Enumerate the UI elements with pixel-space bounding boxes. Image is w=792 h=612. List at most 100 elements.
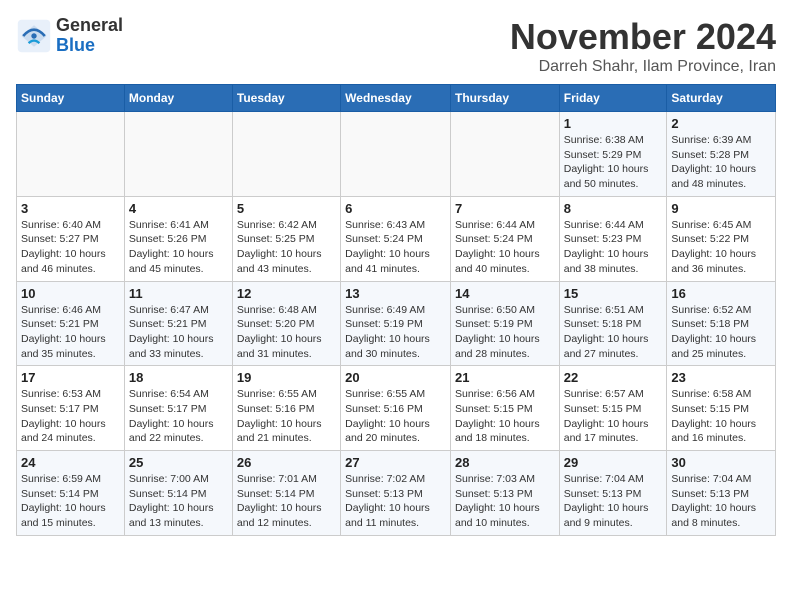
day-info: Sunrise: 6:53 AM Sunset: 5:17 PM Dayligh… xyxy=(21,387,120,446)
day-number: 29 xyxy=(564,455,663,470)
day-number: 1 xyxy=(564,116,663,131)
calendar-cell: 25Sunrise: 7:00 AM Sunset: 5:14 PM Dayli… xyxy=(124,451,232,536)
day-info: Sunrise: 6:55 AM Sunset: 5:16 PM Dayligh… xyxy=(237,387,336,446)
calendar-cell: 12 Sunrise: 6:48 AM Sunset: 5:20 PM Dayli… xyxy=(232,281,340,366)
title-area: November 2024 Darreh Shahr, Ilam Provinc… xyxy=(510,16,776,76)
day-number: 18 xyxy=(129,370,228,385)
calendar-cell: 19 Sunrise: 6:55 AM Sunset: 5:16 PM Dayli… xyxy=(232,366,340,451)
day-info: Sunrise: 6:48 AM Sunset: 5:20 PM Dayligh… xyxy=(237,303,336,362)
day-info: Sunrise: 6:43 AM Sunset: 5:24 PM Dayligh… xyxy=(345,218,446,277)
logo: General Blue xyxy=(16,16,123,56)
day-info: Sunrise: 7:04 AM Sunset: 5:13 PM Dayligh… xyxy=(564,472,663,531)
day-number: 6 xyxy=(345,201,446,216)
calendar-cell xyxy=(232,112,340,197)
calendar-cell: 14 Sunrise: 6:50 AM Sunset: 5:19 PM Dayli… xyxy=(450,281,559,366)
week-row-1: 1 Sunrise: 6:38 AM Sunset: 5:29 PM Daylig… xyxy=(17,112,776,197)
day-info: Sunrise: 6:49 AM Sunset: 5:19 PM Dayligh… xyxy=(345,303,446,362)
calendar-cell: 6 Sunrise: 6:43 AM Sunset: 5:24 PM Daylig… xyxy=(341,196,451,281)
calendar-cell: 18Sunrise: 6:54 AM Sunset: 5:17 PM Dayli… xyxy=(124,366,232,451)
calendar-cell xyxy=(450,112,559,197)
day-info: Sunrise: 6:55 AM Sunset: 5:16 PM Dayligh… xyxy=(345,387,446,446)
day-number: 26 xyxy=(237,455,336,470)
calendar-cell: 8 Sunrise: 6:44 AM Sunset: 5:23 PM Daylig… xyxy=(559,196,667,281)
day-info: Sunrise: 6:59 AM Sunset: 5:14 PM Dayligh… xyxy=(21,472,120,531)
day-number: 5 xyxy=(237,201,336,216)
day-number: 11 xyxy=(129,286,228,301)
weekday-header-tuesday: Tuesday xyxy=(232,85,340,112)
weekday-header-row: SundayMondayTuesdayWednesdayThursdayFrid… xyxy=(17,85,776,112)
calendar-cell xyxy=(341,112,451,197)
day-number: 19 xyxy=(237,370,336,385)
day-number: 12 xyxy=(237,286,336,301)
day-number: 9 xyxy=(671,201,771,216)
day-number: 24 xyxy=(21,455,120,470)
calendar-cell: 24 Sunrise: 6:59 AM Sunset: 5:14 PM Dayli… xyxy=(17,451,125,536)
calendar-cell: 1 Sunrise: 6:38 AM Sunset: 5:29 PM Daylig… xyxy=(559,112,667,197)
calendar-cell: 22 Sunrise: 6:57 AM Sunset: 5:15 PM Dayli… xyxy=(559,366,667,451)
day-number: 16 xyxy=(671,286,771,301)
day-number: 23 xyxy=(671,370,771,385)
day-info: Sunrise: 7:02 AM Sunset: 5:13 PM Dayligh… xyxy=(345,472,446,531)
calendar-cell: 20Sunrise: 6:55 AM Sunset: 5:16 PM Dayli… xyxy=(341,366,451,451)
calendar-cell: 29 Sunrise: 7:04 AM Sunset: 5:13 PM Dayli… xyxy=(559,451,667,536)
calendar-cell xyxy=(17,112,125,197)
day-info: Sunrise: 6:45 AM Sunset: 5:22 PM Dayligh… xyxy=(671,218,771,277)
week-row-2: 3 Sunrise: 6:40 AM Sunset: 5:27 PM Daylig… xyxy=(17,196,776,281)
day-number: 28 xyxy=(455,455,555,470)
day-info: Sunrise: 7:04 AM Sunset: 5:13 PM Dayligh… xyxy=(671,472,771,531)
day-info: Sunrise: 6:47 AM Sunset: 5:21 PM Dayligh… xyxy=(129,303,228,362)
calendar-cell: 16 Sunrise: 6:52 AM Sunset: 5:18 PM Dayli… xyxy=(667,281,776,366)
day-info: Sunrise: 6:50 AM Sunset: 5:19 PM Dayligh… xyxy=(455,303,555,362)
week-row-3: 10 Sunrise: 6:46 AM Sunset: 5:21 PM Dayli… xyxy=(17,281,776,366)
day-info: Sunrise: 7:03 AM Sunset: 5:13 PM Dayligh… xyxy=(455,472,555,531)
day-number: 22 xyxy=(564,370,663,385)
weekday-header-friday: Friday xyxy=(559,85,667,112)
day-number: 15 xyxy=(564,286,663,301)
calendar-body: 1 Sunrise: 6:38 AM Sunset: 5:29 PM Daylig… xyxy=(17,112,776,536)
page-header: General Blue November 2024 Darreh Shahr,… xyxy=(16,16,776,76)
day-number: 14 xyxy=(455,286,555,301)
day-number: 21 xyxy=(455,370,555,385)
day-info: Sunrise: 7:00 AM Sunset: 5:14 PM Dayligh… xyxy=(129,472,228,531)
week-row-5: 24 Sunrise: 6:59 AM Sunset: 5:14 PM Dayli… xyxy=(17,451,776,536)
day-info: Sunrise: 6:44 AM Sunset: 5:23 PM Dayligh… xyxy=(564,218,663,277)
day-number: 10 xyxy=(21,286,120,301)
day-info: Sunrise: 6:41 AM Sunset: 5:26 PM Dayligh… xyxy=(129,218,228,277)
calendar-cell: 13Sunrise: 6:49 AM Sunset: 5:19 PM Dayli… xyxy=(341,281,451,366)
calendar-cell: 21 Sunrise: 6:56 AM Sunset: 5:15 PM Dayli… xyxy=(450,366,559,451)
month-title: November 2024 xyxy=(510,16,776,58)
logo-icon xyxy=(16,18,52,54)
day-info: Sunrise: 6:56 AM Sunset: 5:15 PM Dayligh… xyxy=(455,387,555,446)
calendar-cell: 23 Sunrise: 6:58 AM Sunset: 5:15 PM Dayli… xyxy=(667,366,776,451)
day-info: Sunrise: 6:40 AM Sunset: 5:27 PM Dayligh… xyxy=(21,218,120,277)
day-number: 7 xyxy=(455,201,555,216)
day-number: 8 xyxy=(564,201,663,216)
weekday-header-wednesday: Wednesday xyxy=(341,85,451,112)
day-info: Sunrise: 6:57 AM Sunset: 5:15 PM Dayligh… xyxy=(564,387,663,446)
calendar-cell: 5 Sunrise: 6:42 AM Sunset: 5:25 PM Daylig… xyxy=(232,196,340,281)
calendar-cell: 26 Sunrise: 7:01 AM Sunset: 5:14 PM Dayli… xyxy=(232,451,340,536)
day-number: 2 xyxy=(671,116,771,131)
day-info: Sunrise: 6:38 AM Sunset: 5:29 PM Dayligh… xyxy=(564,133,663,192)
day-info: Sunrise: 6:39 AM Sunset: 5:28 PM Dayligh… xyxy=(671,133,771,192)
day-number: 3 xyxy=(21,201,120,216)
day-info: Sunrise: 6:52 AM Sunset: 5:18 PM Dayligh… xyxy=(671,303,771,362)
calendar-cell: 3 Sunrise: 6:40 AM Sunset: 5:27 PM Daylig… xyxy=(17,196,125,281)
weekday-header-monday: Monday xyxy=(124,85,232,112)
day-number: 27 xyxy=(345,455,446,470)
calendar-cell: 17 Sunrise: 6:53 AM Sunset: 5:17 PM Dayli… xyxy=(17,366,125,451)
location: Darreh Shahr, Ilam Province, Iran xyxy=(510,58,776,76)
day-info: Sunrise: 6:58 AM Sunset: 5:15 PM Dayligh… xyxy=(671,387,771,446)
day-number: 4 xyxy=(129,201,228,216)
day-info: Sunrise: 7:01 AM Sunset: 5:14 PM Dayligh… xyxy=(237,472,336,531)
day-info: Sunrise: 6:44 AM Sunset: 5:24 PM Dayligh… xyxy=(455,218,555,277)
day-info: Sunrise: 6:46 AM Sunset: 5:21 PM Dayligh… xyxy=(21,303,120,362)
calendar-cell: 9 Sunrise: 6:45 AM Sunset: 5:22 PM Daylig… xyxy=(667,196,776,281)
calendar-cell: 10 Sunrise: 6:46 AM Sunset: 5:21 PM Dayli… xyxy=(17,281,125,366)
weekday-header-sunday: Sunday xyxy=(17,85,125,112)
week-row-4: 17 Sunrise: 6:53 AM Sunset: 5:17 PM Dayli… xyxy=(17,366,776,451)
calendar-cell: 27 Sunrise: 7:02 AM Sunset: 5:13 PM Dayli… xyxy=(341,451,451,536)
day-info: Sunrise: 6:42 AM Sunset: 5:25 PM Dayligh… xyxy=(237,218,336,277)
day-number: 17 xyxy=(21,370,120,385)
day-number: 30 xyxy=(671,455,771,470)
